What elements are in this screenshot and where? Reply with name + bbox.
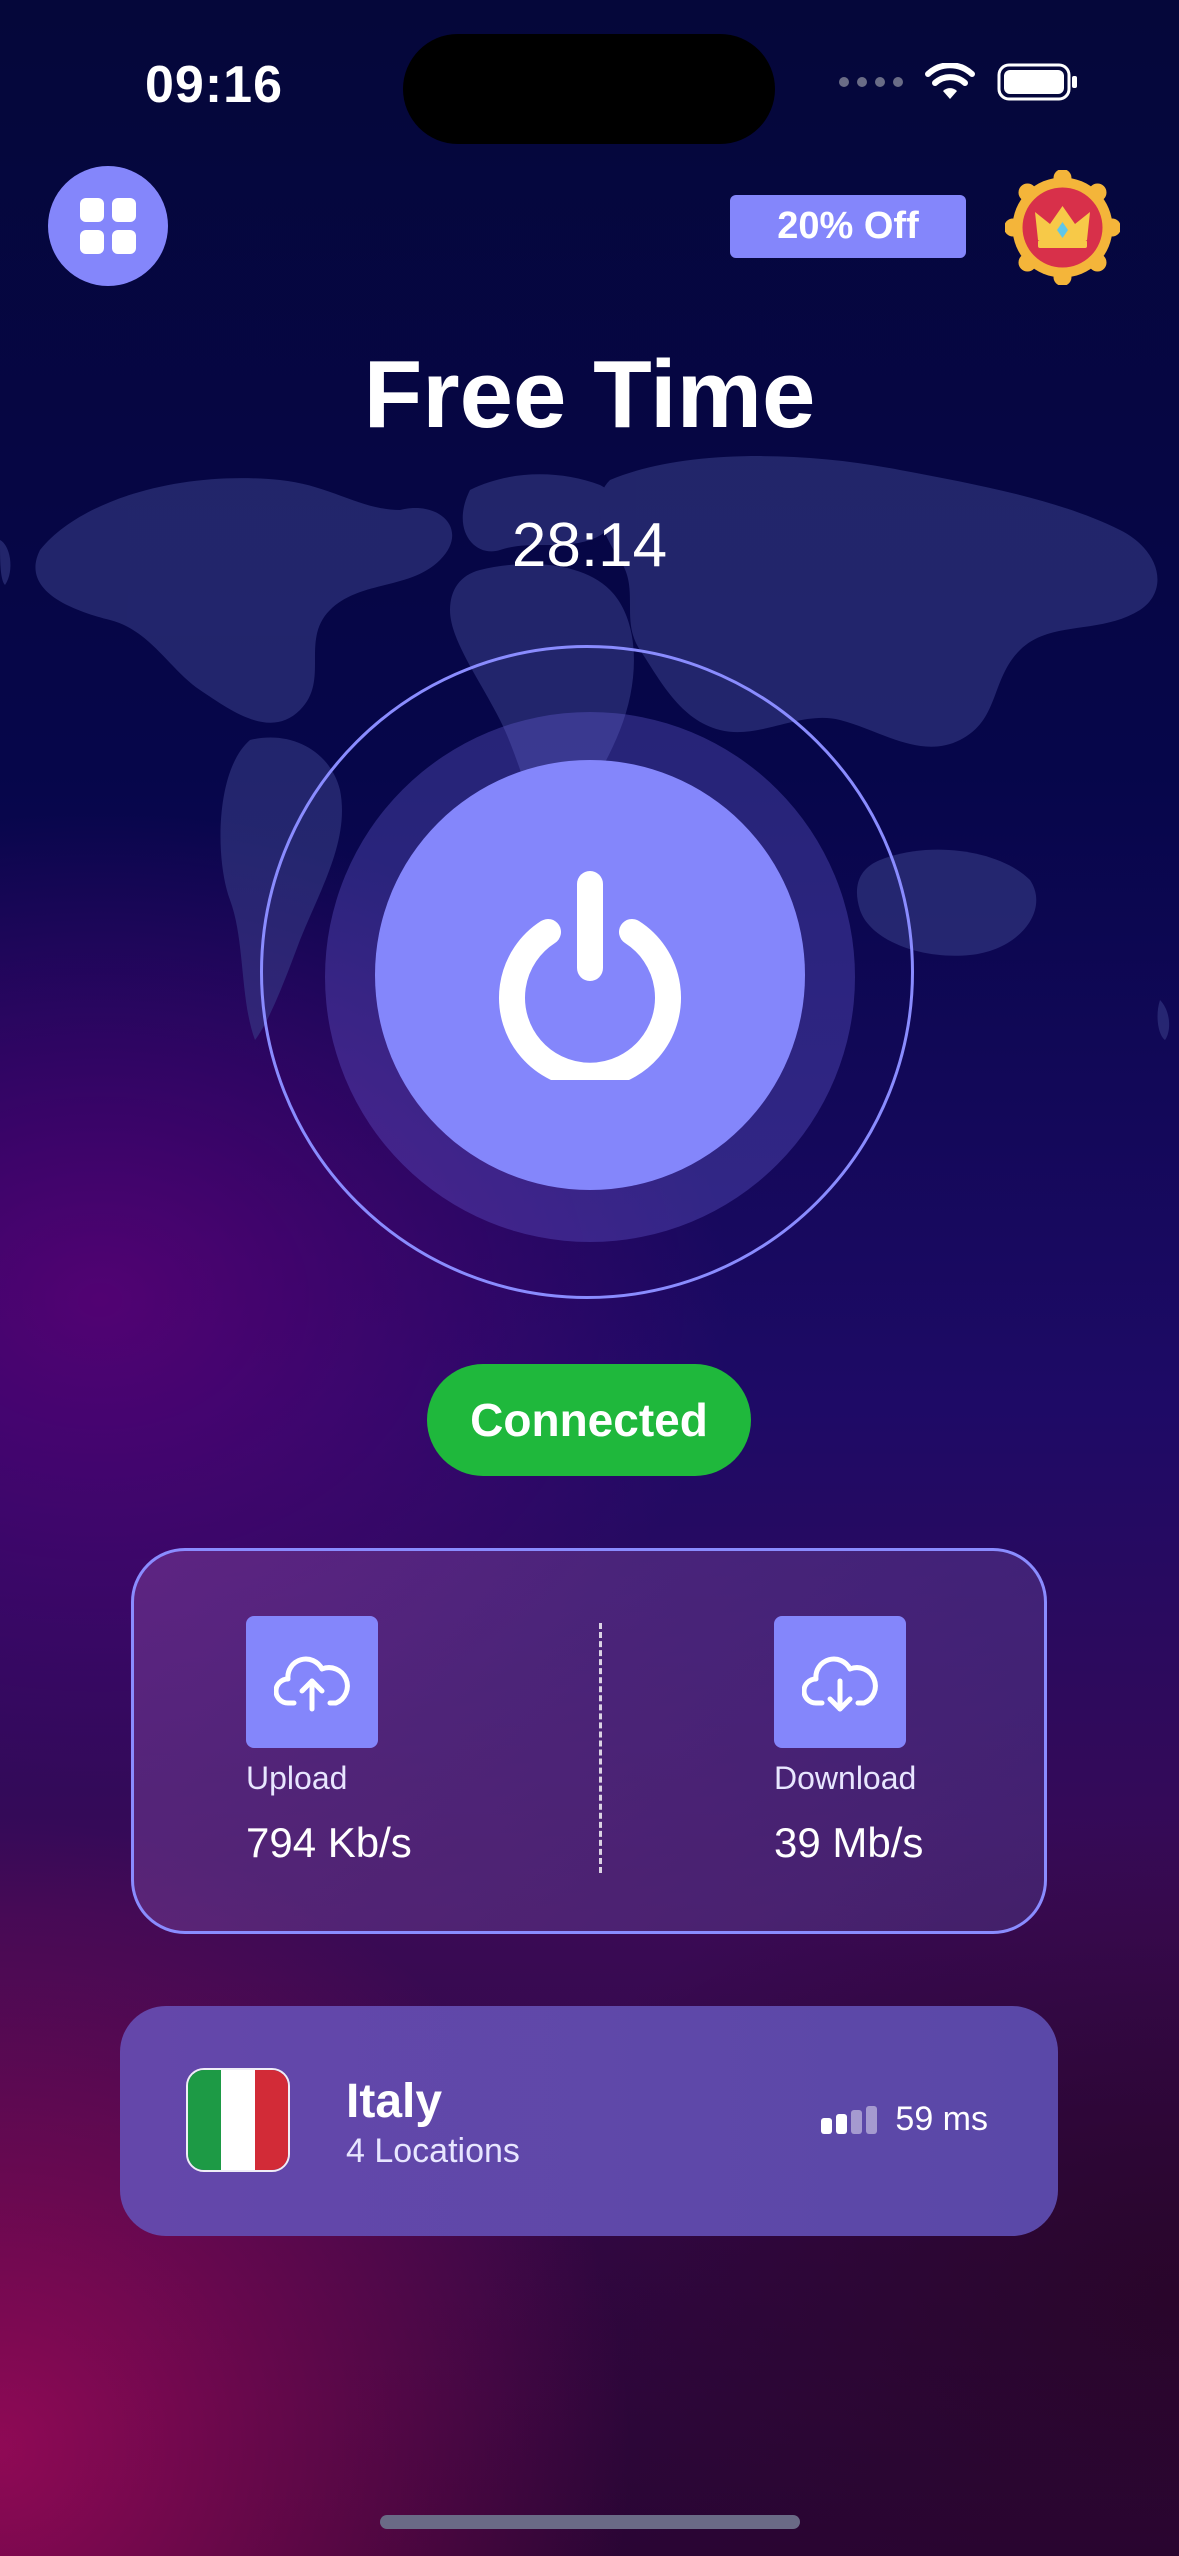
speed-divider: [599, 1623, 602, 1873]
download-value: 39 Mb/s: [774, 1819, 924, 1866]
download-label: Download: [774, 1760, 917, 1796]
menu-button[interactable]: [48, 166, 168, 286]
dynamic-island: [403, 34, 775, 144]
cloud-upload-icon: [274, 1656, 350, 1712]
upload-value: 794 Kb/s: [246, 1819, 412, 1866]
discount-offer-button[interactable]: 20% Off: [730, 195, 966, 258]
download-icon-box: [774, 1616, 906, 1748]
cloud-download-icon: [802, 1656, 878, 1712]
free-time-countdown: 28:14: [511, 511, 668, 580]
upload-icon-box: [246, 1616, 378, 1748]
status-time: 09:16: [145, 56, 283, 114]
location-count: 4 Locations: [346, 2132, 520, 2170]
battery-icon: [997, 63, 1077, 101]
speed-card: Upload 794 Kb/s Download 39 Mb/s: [131, 1548, 1047, 1934]
power-button[interactable]: [375, 760, 805, 1190]
ping-value: 59 ms: [895, 2100, 988, 2138]
cellular-signal-icon: [839, 77, 903, 87]
wifi-icon: [925, 63, 975, 99]
home-indicator: [380, 2515, 800, 2529]
premium-button[interactable]: [1004, 169, 1121, 286]
status-icons: [839, 62, 1079, 102]
location-name: Italy: [346, 2075, 443, 2128]
italy-flag-icon: [186, 2068, 290, 2172]
connection-status-badge[interactable]: Connected: [427, 1364, 751, 1476]
upload-label: Upload: [246, 1760, 348, 1796]
grid-icon: [80, 198, 136, 254]
crown-icon: [1004, 169, 1121, 286]
power-icon: [499, 871, 681, 1080]
upload-stat: Upload 794 Kb/s: [246, 1616, 412, 1867]
ping-indicator: 59 ms: [821, 2100, 988, 2139]
download-stat: Download 39 Mb/s: [774, 1616, 923, 1867]
signal-bars-icon: [821, 2105, 878, 2134]
server-location-selector[interactable]: Italy 4 Locations 59 ms: [120, 2006, 1058, 2236]
page-title: Free Time: [363, 341, 816, 448]
